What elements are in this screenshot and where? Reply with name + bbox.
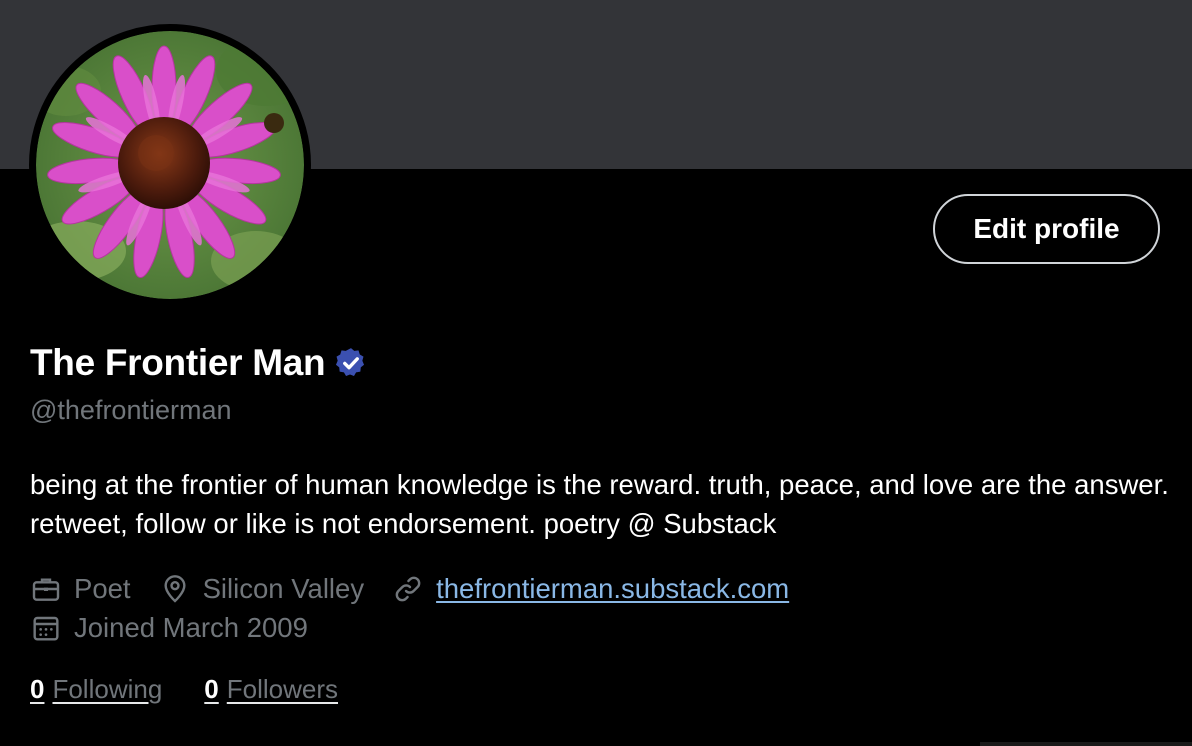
profile-meta-row: Poet Silicon Valley thefrontierman.subst… <box>30 571 817 607</box>
display-name-row: The Frontier Man <box>30 340 368 386</box>
location-pin-icon <box>164 575 186 603</box>
following-label: Following <box>52 674 163 704</box>
avatar-flower-image <box>36 31 304 299</box>
website-link[interactable]: thefrontierman.substack.com <box>436 573 789 605</box>
occupation-item: Poet <box>30 573 131 605</box>
calendar-icon <box>33 616 59 641</box>
divider <box>980 742 1192 746</box>
handle: @thefrontierman <box>30 395 232 425</box>
followers-count: 0 <box>204 674 219 704</box>
joined-row: Joined March 2009 <box>30 610 336 646</box>
joined-text: Joined March 2009 <box>74 612 308 643</box>
following-link[interactable]: 0 Following <box>30 674 162 705</box>
location-text: Silicon Valley <box>202 573 365 604</box>
occupation-text: Poet <box>74 573 131 604</box>
display-name: The Frontier Man <box>30 342 326 383</box>
followers-label: Followers <box>226 674 339 704</box>
edit-profile-button[interactable]: Edit profile <box>933 194 1160 264</box>
website-item[interactable]: thefrontierman.substack.com <box>392 573 789 605</box>
avatar[interactable] <box>29 24 311 306</box>
joined-item: Joined March 2009 <box>30 612 308 644</box>
follow-stats: 0 Following 0 Followers <box>30 674 380 705</box>
followers-link[interactable]: 0 Followers <box>204 674 338 705</box>
link-icon <box>395 576 421 602</box>
bio: being at the frontier of human knowledge… <box>30 469 1169 539</box>
briefcase-icon <box>32 578 60 601</box>
following-count: 0 <box>30 674 45 704</box>
location-item: Silicon Valley <box>159 573 365 605</box>
verified-badge-icon[interactable] <box>334 346 368 380</box>
